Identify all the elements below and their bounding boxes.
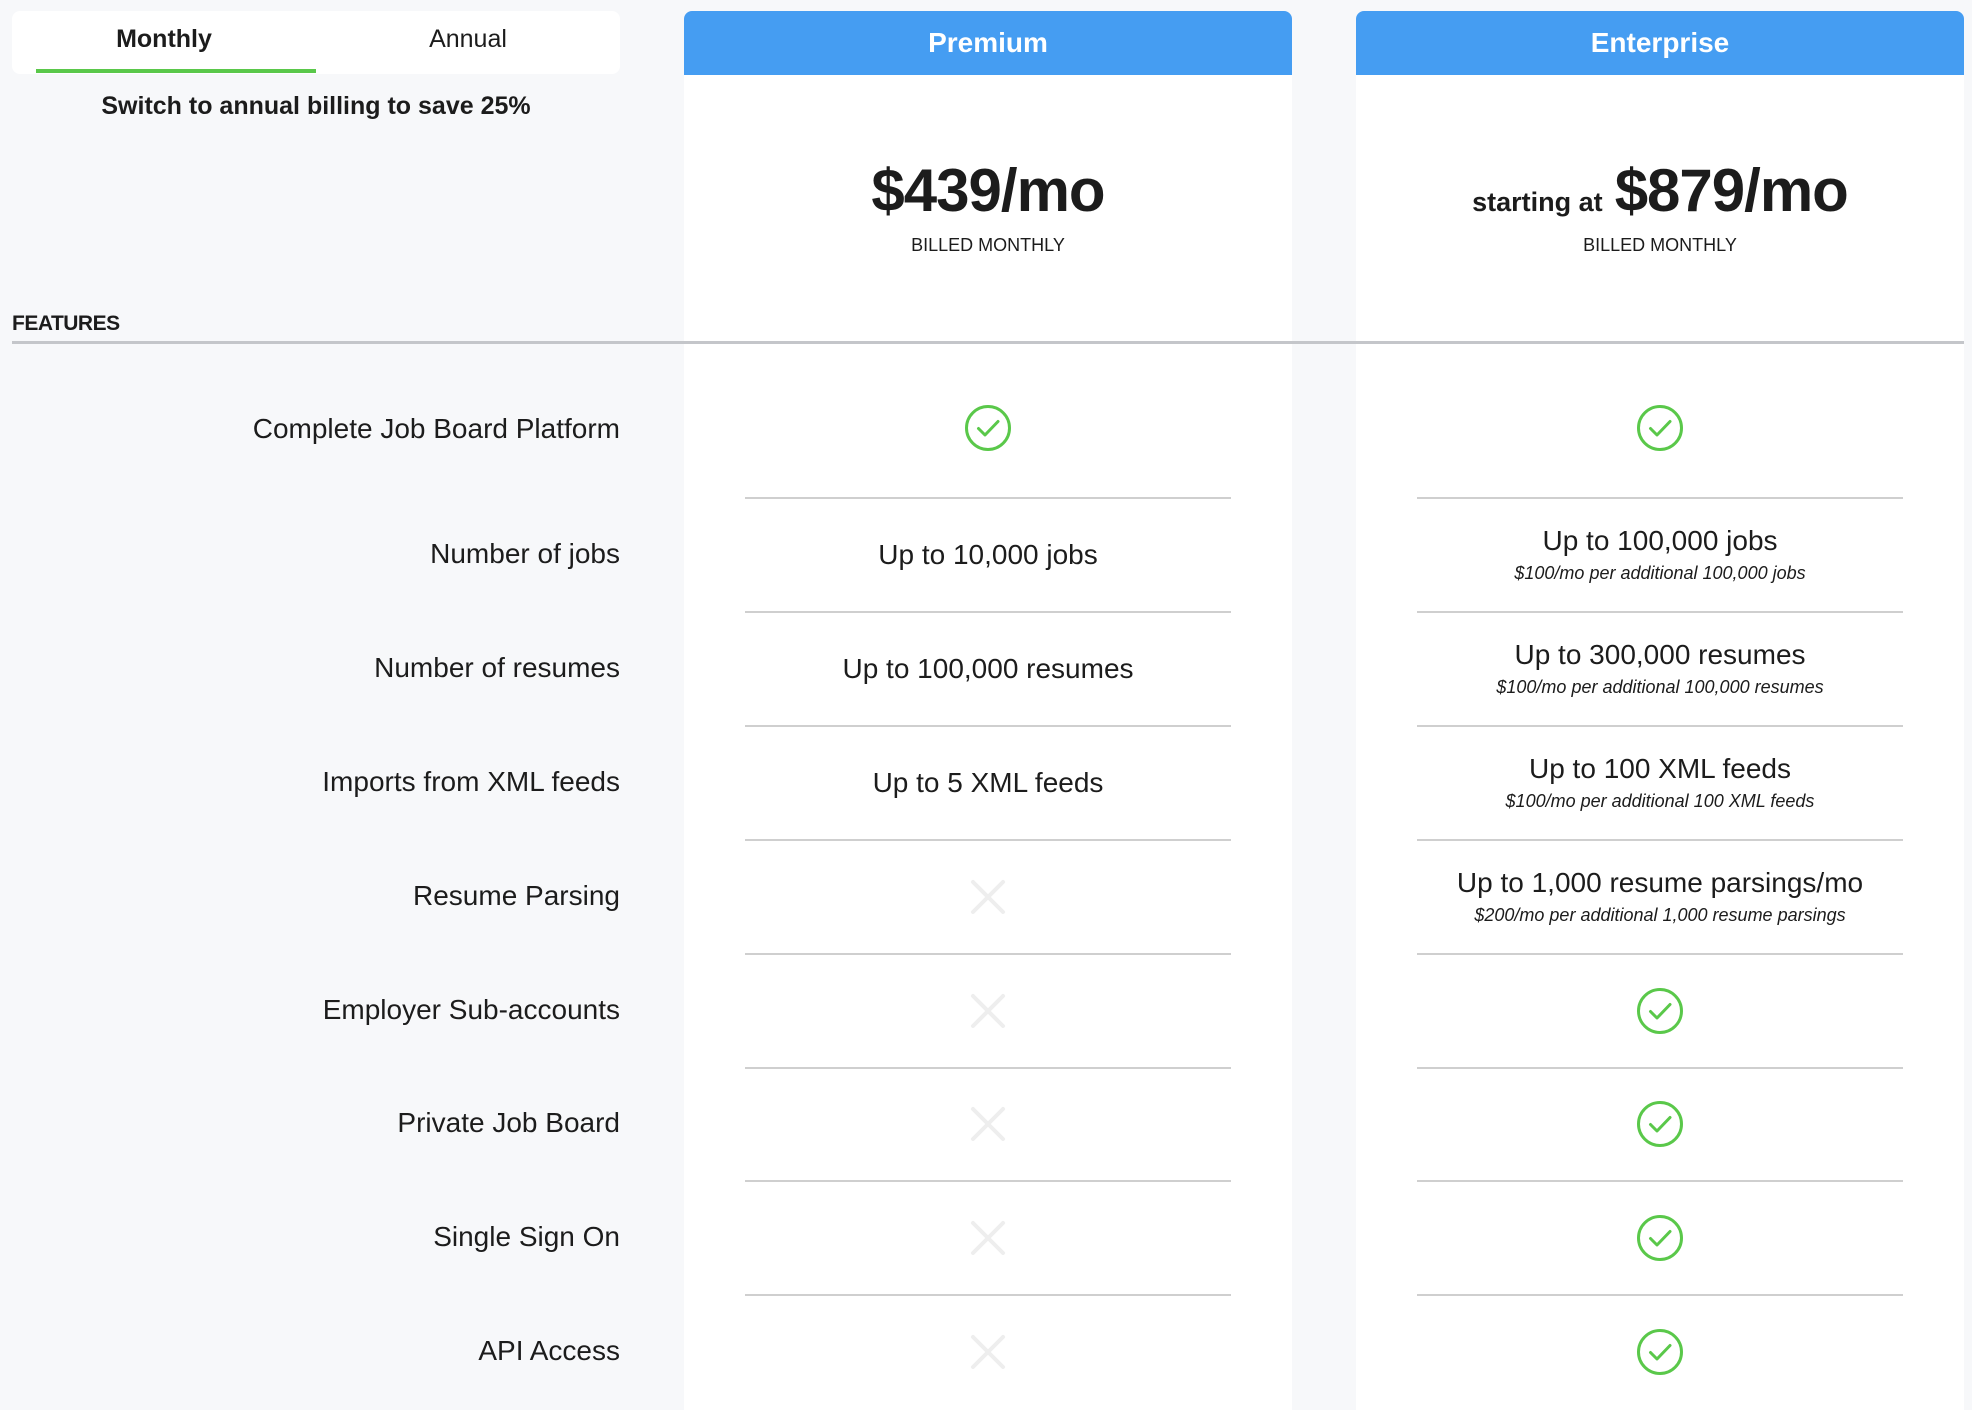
feature-overage-note: $100/mo per additional 100,000 jobs	[1514, 563, 1806, 584]
price-value: $439/mo	[871, 157, 1105, 224]
billing-frequency-label: BILLED MONTHLY	[911, 235, 1065, 255]
check-icon	[1637, 1215, 1683, 1262]
feature-overage-note: $100/mo per additional 100 XML feeds	[1505, 791, 1815, 812]
check-icon	[1637, 1101, 1683, 1148]
check-icon	[1637, 987, 1683, 1034]
feature-value: Up to 1,000 resume parsings/mo	[1456, 867, 1864, 899]
feature-cell-premium: Up to 100,000 resumes	[745, 612, 1231, 726]
billing-frequency-label: BILLED MONTHLY	[1583, 235, 1737, 255]
feature-cell-enterprise: Up to 300,000 resumes $100/mo per additio…	[1417, 612, 1903, 726]
active-tab-indicator	[36, 69, 316, 73]
plan-header-premium: Premium	[684, 11, 1292, 75]
feature-value: Up to 5 XML feeds	[872, 766, 1104, 798]
feature-cell-premium	[745, 1295, 1231, 1409]
check-icon	[965, 404, 1011, 451]
x-icon	[971, 993, 1005, 1028]
feature-overage-note: $100/mo per additional 100,000 resumes	[1496, 677, 1824, 698]
tab-monthly[interactable]: Monthly	[12, 11, 316, 74]
feature-cell-enterprise: Up to 100 XML feeds $100/mo per additiona…	[1417, 726, 1903, 840]
feature-value: Up to 10,000 jobs	[878, 538, 1098, 570]
feature-cell-premium	[745, 1068, 1231, 1182]
feature-overage-note: $200/mo per additional 1,000 resume pars…	[1474, 905, 1846, 926]
check-icon	[1637, 1329, 1683, 1376]
plan-name: Premium	[928, 27, 1048, 58]
tab-annual[interactable]: Annual	[316, 11, 620, 74]
x-icon	[971, 1221, 1005, 1256]
feature-label: Imports from XML feeds	[322, 765, 620, 797]
x-icon	[971, 1335, 1005, 1370]
feature-cell-enterprise	[1417, 1295, 1903, 1409]
feature-cell-enterprise	[1417, 954, 1903, 1068]
check-icon	[1637, 404, 1683, 451]
plan-header-enterprise: Enterprise	[1356, 11, 1964, 75]
feature-cell-premium	[745, 840, 1231, 954]
features-heading: FEATURES	[12, 312, 120, 335]
feature-label: Private Job Board	[397, 1107, 620, 1139]
feature-value: Up to 300,000 resumes	[1514, 639, 1806, 671]
feature-cell-enterprise	[1417, 1068, 1903, 1182]
feature-label: Complete Job Board Platform	[252, 412, 620, 444]
feature-label: API Access	[478, 1335, 620, 1367]
feature-value: Up to 100,000 jobs	[1542, 525, 1778, 557]
feature-label: Single Sign On	[433, 1221, 620, 1253]
feature-label: Employer Sub-accounts	[322, 993, 620, 1025]
feature-cell-enterprise	[1417, 357, 1903, 498]
feature-label: Resume Parsing	[413, 879, 620, 911]
tab-monthly-label: Monthly	[116, 25, 212, 53]
feature-cell-premium: Up to 5 XML feeds	[745, 726, 1231, 840]
feature-value: Up to 100 XML feeds	[1528, 753, 1791, 785]
feature-cell-enterprise: Up to 1,000 resume parsings/mo $200/mo pe…	[1417, 840, 1903, 954]
feature-cell-enterprise: Up to 100,000 jobs $100/mo per additional…	[1417, 498, 1903, 612]
feature-cell-enterprise	[1417, 1181, 1903, 1295]
feature-value: Up to 100,000 resumes	[842, 652, 1134, 684]
features-divider	[12, 341, 1964, 344]
feature-cell-premium	[745, 1181, 1231, 1295]
feature-cell-premium: Up to 10,000 jobs	[745, 498, 1231, 612]
annual-savings-note: Switch to annual billing to save 25%	[101, 92, 531, 120]
tab-annual-label: Annual	[429, 25, 507, 53]
feature-label: Number of jobs	[430, 537, 620, 569]
price-value: $879/mo	[1614, 157, 1849, 224]
plan-price-enterprise: starting at $879/mo BILLED MONTHLY	[1356, 161, 1964, 256]
x-icon	[971, 879, 1005, 914]
feature-label: Number of resumes	[374, 651, 620, 683]
billing-period-toggle: Monthly Annual	[12, 11, 620, 74]
feature-cell-premium	[745, 357, 1231, 498]
plan-name: Enterprise	[1590, 27, 1730, 58]
plan-price-premium: $439/mo BILLED MONTHLY	[684, 161, 1292, 256]
x-icon	[971, 1107, 1005, 1142]
feature-cell-premium	[745, 954, 1231, 1068]
price-prefix: starting at	[1472, 187, 1603, 217]
